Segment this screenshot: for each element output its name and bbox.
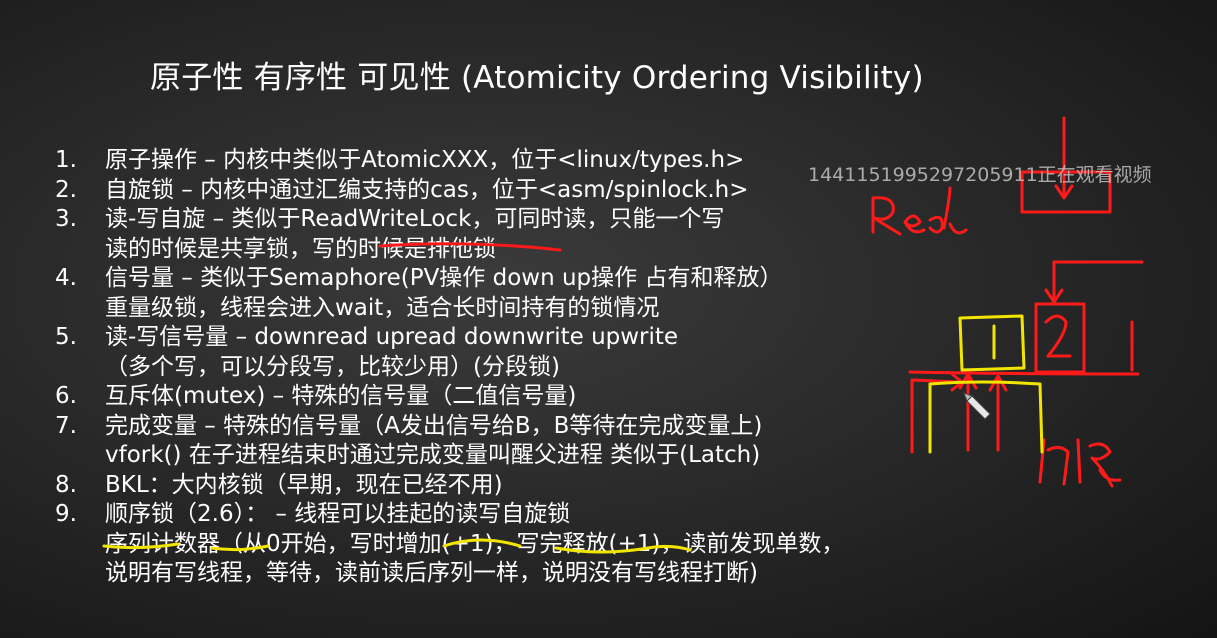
yellow-box: [958, 314, 1026, 372]
red-underline: [378, 242, 562, 252]
red-scribble: [1038, 438, 1122, 488]
yellow-underline: [554, 544, 692, 554]
red-bracket: [910, 372, 964, 454]
yellow-annotations: [102, 314, 1044, 554]
pen-annotations: [102, 116, 1144, 554]
yellow-underline: [442, 538, 522, 548]
digit-two: [1044, 314, 1072, 358]
watermark: 1441151995297205911正在观看视频: [808, 164, 1152, 186]
yellow-underline: [102, 542, 180, 550]
yellow-underline: [210, 544, 270, 552]
red-arrow-up: [988, 374, 1008, 452]
read-scribble: [871, 186, 968, 236]
red-arrow-up: [958, 372, 978, 452]
red-arrow: [1044, 260, 1144, 304]
slide: 原子性 有序性 可见性 (Atomicity Ordering Visibili…: [0, 0, 1217, 638]
red-line: [908, 370, 1140, 376]
